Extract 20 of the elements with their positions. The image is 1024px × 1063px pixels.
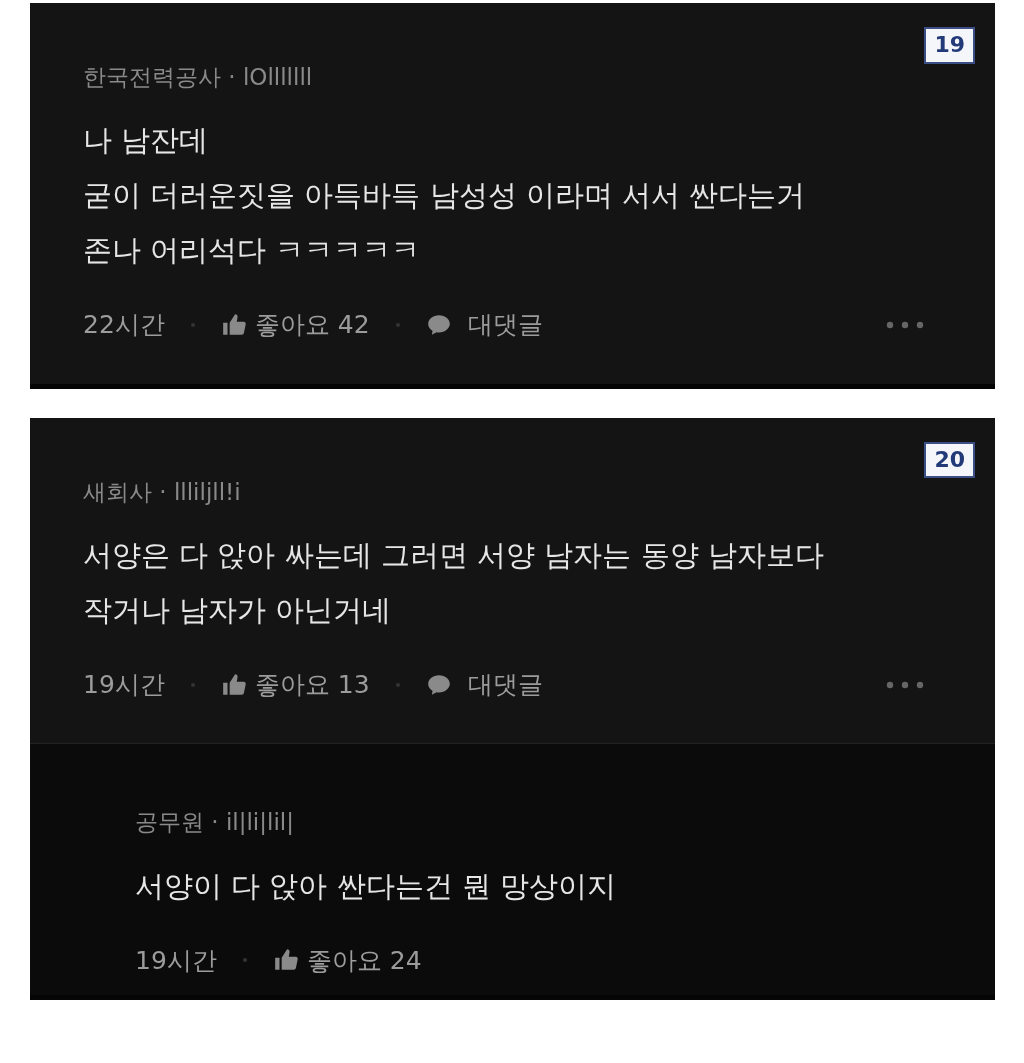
thumbs-up-icon[interactable] bbox=[220, 311, 247, 338]
like-count: 좋아요 24 bbox=[306, 944, 422, 977]
reply-link[interactable]: 대댓글 bbox=[467, 665, 543, 704]
comment-text: 서양은 다 앉아 싸는데 그러면 서양 남자는 동양 남자보다 작거나 남자가 아닌거네 bbox=[83, 536, 825, 629]
reply-link[interactable]: 대댓글 bbox=[467, 306, 543, 344]
author-label: 공무원 · il|li|lil| bbox=[135, 808, 295, 838]
time-label: 19시간 bbox=[83, 668, 165, 701]
more-icon[interactable] bbox=[885, 679, 925, 690]
like-count: 좋아요 13 bbox=[254, 668, 370, 701]
comment-text: 서양이 다 앉아 싼다는건 뭔 망상이지 bbox=[135, 867, 618, 905]
thumbs-up-icon[interactable] bbox=[220, 671, 247, 698]
number-label: 19 bbox=[924, 27, 975, 64]
author-label: 한국전력공사 · lOlllllll bbox=[83, 63, 314, 92]
more-icon[interactable] bbox=[885, 319, 925, 330]
time-label: 22시간 bbox=[83, 309, 165, 342]
time-label: 19시간 bbox=[135, 944, 217, 977]
number-label: 20 bbox=[924, 441, 975, 479]
comment-text: 나 남잔데 굳이 더러운짓을 아득바득 남성성 이라며 서서 싼다는거 존나 어리석다 ㅋㅋㅋㅋㅋ bbox=[83, 122, 807, 270]
author-label: 새회사 · llliljll!i bbox=[83, 477, 242, 507]
like-count: 좋아요 42 bbox=[254, 309, 370, 342]
